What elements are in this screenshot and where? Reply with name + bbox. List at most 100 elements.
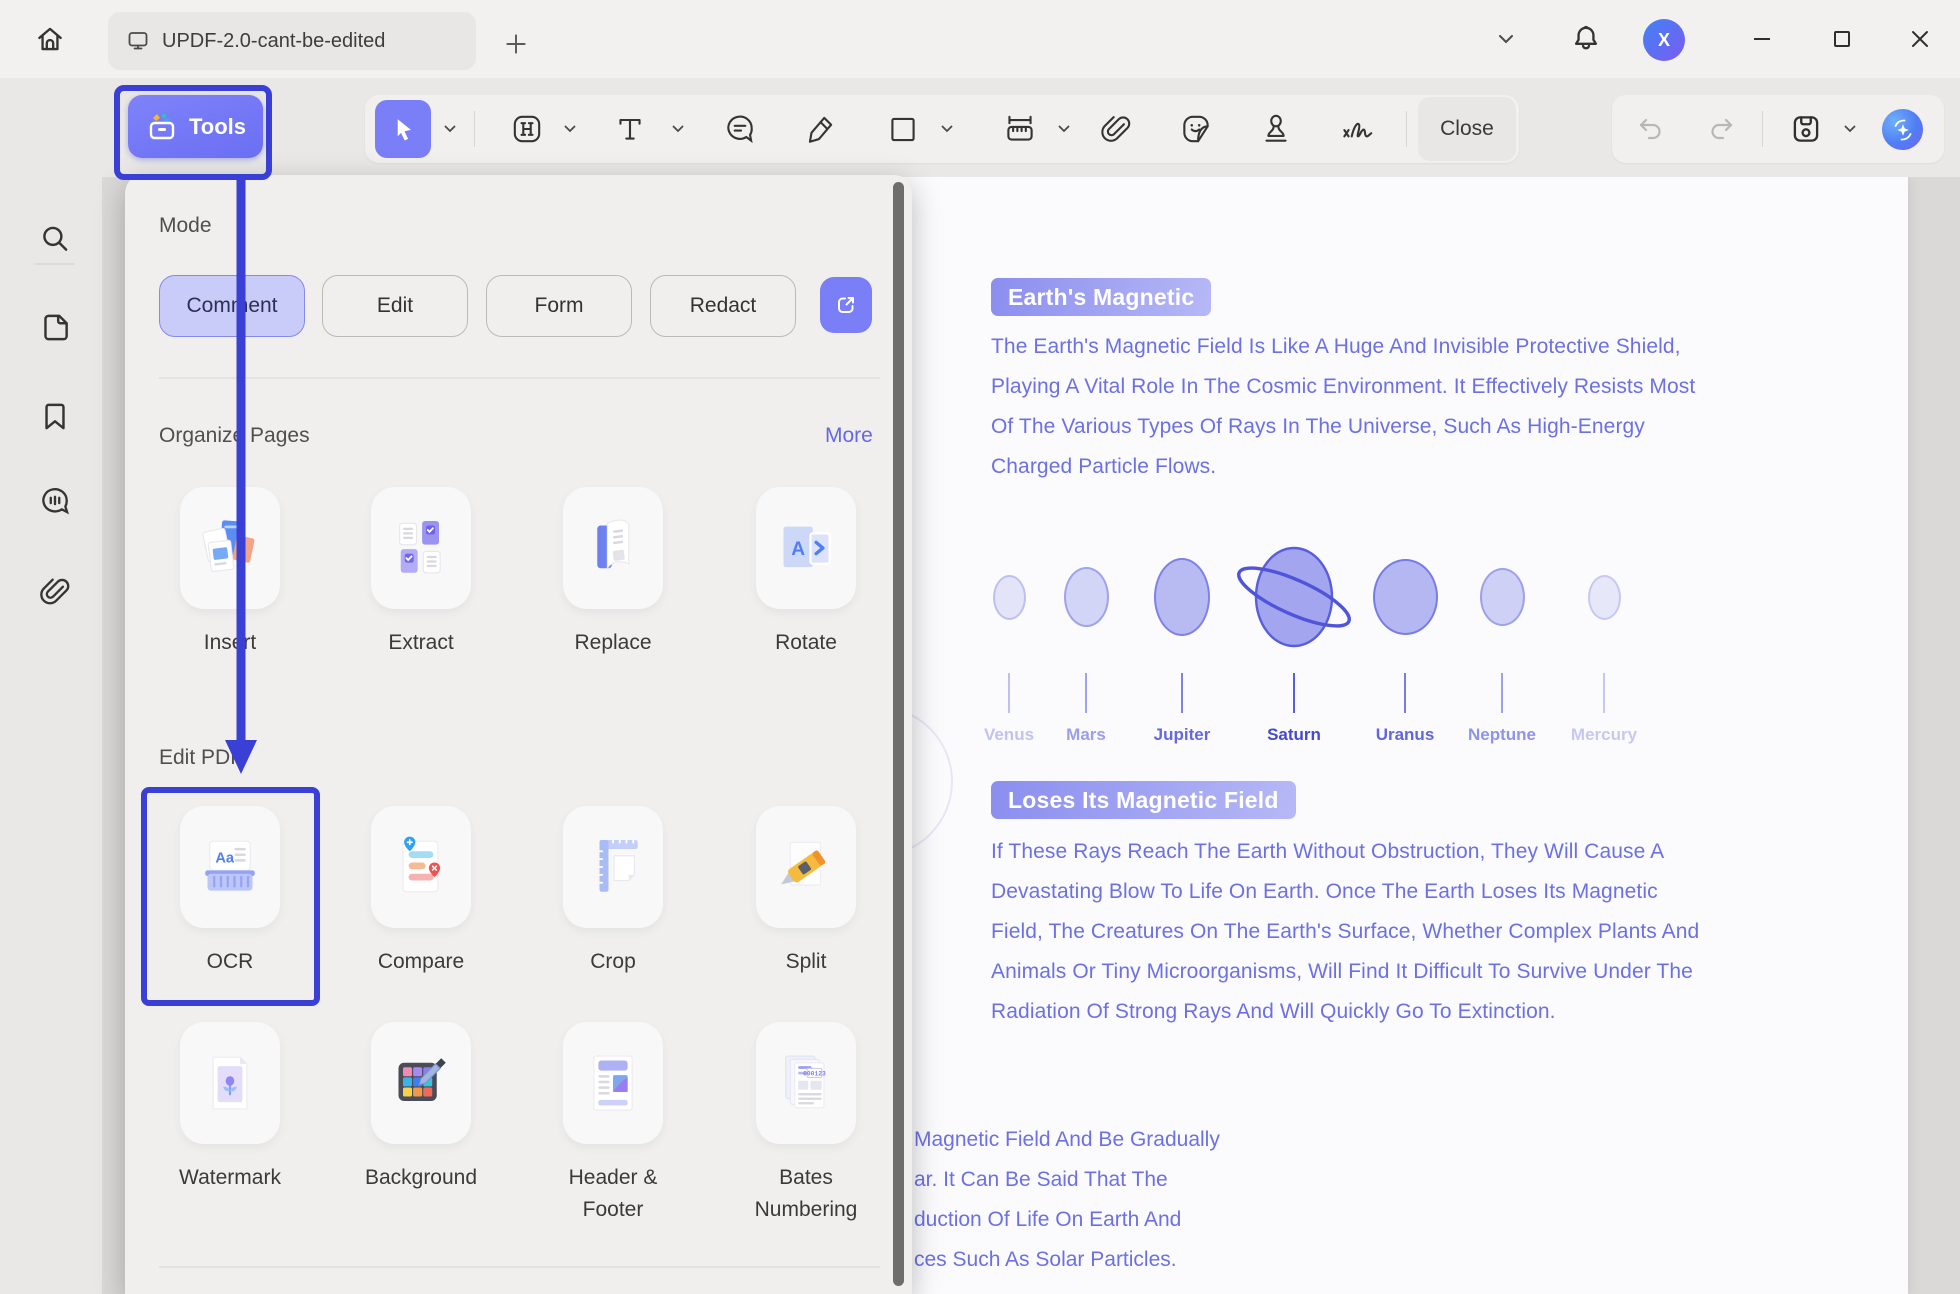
- svg-text:A: A: [791, 539, 805, 560]
- stamp-icon: [1258, 111, 1294, 147]
- background-icon: [385, 1047, 457, 1119]
- highlight-tool-dropdown[interactable]: [563, 124, 578, 135]
- mode-option-edit[interactable]: Edit: [322, 275, 468, 337]
- ai-assistant-button[interactable]: [1882, 109, 1923, 150]
- undo-button[interactable]: [1633, 112, 1667, 146]
- notifications-button[interactable]: [1569, 22, 1603, 56]
- external-link-icon: [833, 292, 859, 318]
- select-tool-button[interactable]: [375, 100, 431, 158]
- measure-tool-button[interactable]: [1001, 110, 1039, 148]
- highlight-icon: [509, 111, 545, 147]
- bookmarks-panel-button[interactable]: [37, 399, 73, 440]
- chevron-down-icon: [443, 124, 458, 135]
- avatar-initial: X: [1658, 30, 1670, 51]
- chevron-down-icon: [1843, 124, 1858, 135]
- shape-tool-dropdown[interactable]: [940, 124, 955, 135]
- save-dropdown[interactable]: [1843, 124, 1858, 135]
- close-window-button[interactable]: [1907, 26, 1933, 52]
- tool-tile-background[interactable]: Background: [371, 1022, 471, 1194]
- pencil-icon: [802, 111, 838, 147]
- select-tool-dropdown[interactable]: [443, 124, 458, 135]
- main-toolbar: Close: [0, 78, 1960, 177]
- signature-tool-button[interactable]: [1337, 109, 1377, 149]
- chevron-down-icon: [671, 124, 686, 135]
- svg-text:000123: 000123: [803, 1071, 826, 1078]
- header-footer-icon: [577, 1047, 649, 1119]
- search-button[interactable]: [37, 221, 73, 262]
- maximize-icon: [1829, 26, 1855, 52]
- tool-tile-split[interactable]: Split: [756, 806, 856, 978]
- cursor-icon: [388, 114, 418, 144]
- new-tab-button[interactable]: [498, 26, 534, 62]
- tools-menu-button[interactable]: Tools: [128, 95, 263, 158]
- minimize-icon: [1749, 26, 1775, 52]
- undo-icon: [1633, 112, 1667, 146]
- chat-bubble-icon: [37, 484, 73, 520]
- mode-option-redact[interactable]: Redact: [650, 275, 796, 337]
- tool-tile-replace[interactable]: Replace: [563, 487, 663, 659]
- minimize-button[interactable]: [1749, 26, 1775, 52]
- attachments-panel-button[interactable]: [37, 574, 73, 615]
- panel-divider: [159, 1266, 880, 1268]
- maximize-button[interactable]: [1829, 26, 1855, 52]
- crop-icon: [577, 831, 649, 903]
- redo-button[interactable]: [1705, 112, 1739, 146]
- panel-scrollbar[interactable]: [893, 182, 904, 1286]
- bookmark-icon: [37, 399, 73, 435]
- tool-tile-header-footer[interactable]: Header & Footer: [563, 1022, 663, 1226]
- tool-tile-rotate[interactable]: A Rotate: [756, 487, 856, 659]
- replace-pages-icon: [577, 512, 649, 584]
- compare-icon: [385, 831, 457, 903]
- tool-tile-compare[interactable]: Compare: [371, 806, 471, 978]
- comments-panel-button[interactable]: [37, 484, 73, 525]
- extract-pages-icon: [385, 512, 457, 584]
- attach-file-button[interactable]: [1098, 111, 1134, 147]
- chevron-down-icon: [563, 124, 578, 135]
- tab-list-button[interactable]: [1496, 32, 1516, 46]
- updf-app-window: UPDF-2.0-cant-be-edited X: [0, 0, 1960, 1294]
- highlight-tool-button[interactable]: [509, 111, 545, 147]
- title-bar: UPDF-2.0-cant-be-edited X: [0, 0, 1960, 78]
- rotate-pages-icon: A: [770, 512, 842, 584]
- text-tool-dropdown[interactable]: [671, 124, 686, 135]
- organize-more-link[interactable]: More: [825, 424, 873, 448]
- home-button[interactable]: [26, 15, 74, 63]
- save-button[interactable]: [1788, 111, 1824, 147]
- tool-tile-bates-numbering[interactable]: 000123 Bates Numbering: [756, 1022, 856, 1226]
- sticker-tool-button[interactable]: [1178, 111, 1214, 147]
- measure-tool-dropdown[interactable]: [1057, 124, 1072, 135]
- pages-panel-button[interactable]: [37, 310, 73, 351]
- mode-section-label: Mode: [159, 214, 212, 238]
- tool-tile-crop[interactable]: Crop: [563, 806, 663, 978]
- signature-icon: [1337, 109, 1377, 149]
- tutorial-arrow-down: [210, 160, 274, 800]
- shape-tool-button[interactable]: [885, 111, 921, 147]
- close-tools-button[interactable]: Close: [1418, 97, 1516, 161]
- page-icon: [37, 310, 73, 346]
- left-sidebar: [0, 78, 102, 1294]
- chevron-down-icon: [1496, 32, 1516, 46]
- document-tab[interactable]: UPDF-2.0-cant-be-edited: [108, 12, 476, 70]
- tools-drawer-icon: [145, 111, 179, 143]
- ai-sparkle-icon: [1889, 116, 1917, 144]
- open-mode-external-button[interactable]: [820, 277, 872, 333]
- comment-tool-button[interactable]: [722, 111, 758, 147]
- chevron-down-icon: [940, 124, 955, 135]
- paperclip-icon: [1098, 111, 1134, 147]
- text-tool-button[interactable]: [612, 111, 648, 147]
- stamp-tool-button[interactable]: [1258, 111, 1294, 147]
- square-shape-icon: [885, 111, 921, 147]
- redo-icon: [1705, 112, 1739, 146]
- user-avatar[interactable]: X: [1643, 19, 1685, 61]
- tool-tile-watermark[interactable]: Watermark: [180, 1022, 280, 1194]
- mode-option-form[interactable]: Form: [486, 275, 632, 337]
- tool-tile-extract[interactable]: Extract: [371, 487, 471, 659]
- tab-title: UPDF-2.0-cant-be-edited: [162, 30, 385, 53]
- bates-numbering-icon: 000123: [770, 1047, 842, 1119]
- toolbar-divider: [474, 111, 475, 147]
- sticker-icon: [1178, 111, 1214, 147]
- bell-icon: [1569, 22, 1603, 56]
- split-icon: [770, 831, 842, 903]
- pencil-tool-button[interactable]: [802, 111, 838, 147]
- toolbar-divider: [1406, 111, 1407, 147]
